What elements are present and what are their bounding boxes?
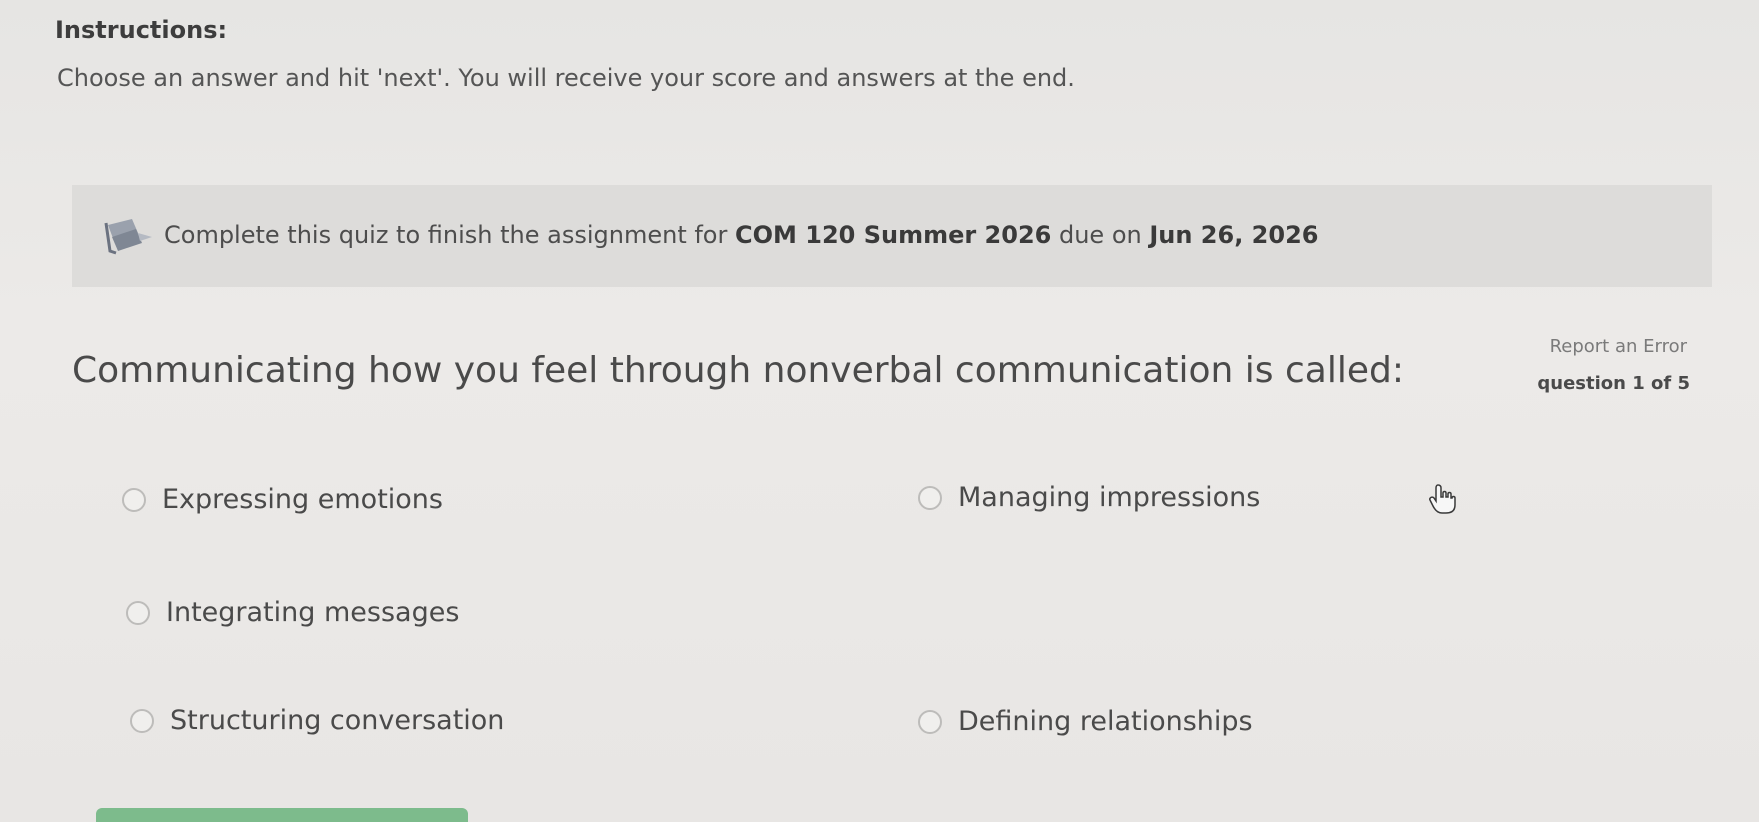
notice-prefix: Complete this quiz to finish the assignm… <box>164 221 735 249</box>
radio-button[interactable] <box>130 708 154 733</box>
answer-option-1[interactable]: Expressing emotions <box>122 484 443 515</box>
radio-button[interactable] <box>918 485 942 510</box>
report-error-link[interactable]: Report an Error <box>1550 336 1687 357</box>
hand-cursor-icon <box>1429 484 1456 514</box>
answer-label: Managing impressions <box>958 482 1261 513</box>
answer-label: Expressing emotions <box>162 484 443 515</box>
answer-label: Structuring conversation <box>170 705 505 736</box>
answer-option-2[interactable]: Managing impressions <box>918 482 1260 513</box>
next-button[interactable] <box>96 808 468 822</box>
question-counter: question 1 of 5 <box>1537 373 1690 394</box>
radio-button[interactable] <box>918 709 942 734</box>
instructions-heading: Instructions: <box>55 16 228 44</box>
answer-label: Defining relationships <box>958 706 1253 737</box>
assignment-notice: Complete this quiz to finish the assignm… <box>72 185 1712 287</box>
answer-option-4[interactable]: Structuring conversation <box>130 705 504 736</box>
quiz-page: Instructions: Choose an answer and hit '… <box>0 0 1759 822</box>
answer-option-3[interactable]: Integrating messages <box>126 597 459 628</box>
question-text: Communicating how you feel through nonve… <box>72 350 1404 391</box>
radio-button[interactable] <box>126 600 150 625</box>
answer-label: Integrating messages <box>166 597 460 628</box>
notice-middle: due on <box>1051 221 1150 249</box>
notice-due-date: Jun 26, 2026 <box>1149 221 1319 249</box>
answer-option-5[interactable]: Defining relationships <box>918 706 1253 737</box>
assignment-icon <box>104 219 152 255</box>
notice-course: COM 120 Summer 2026 <box>734 221 1052 249</box>
radio-button[interactable] <box>122 487 146 512</box>
notice-text: Complete this quiz to finish the assignm… <box>164 221 1318 249</box>
instructions-text: Choose an answer and hit 'next'. You wil… <box>57 64 1075 92</box>
